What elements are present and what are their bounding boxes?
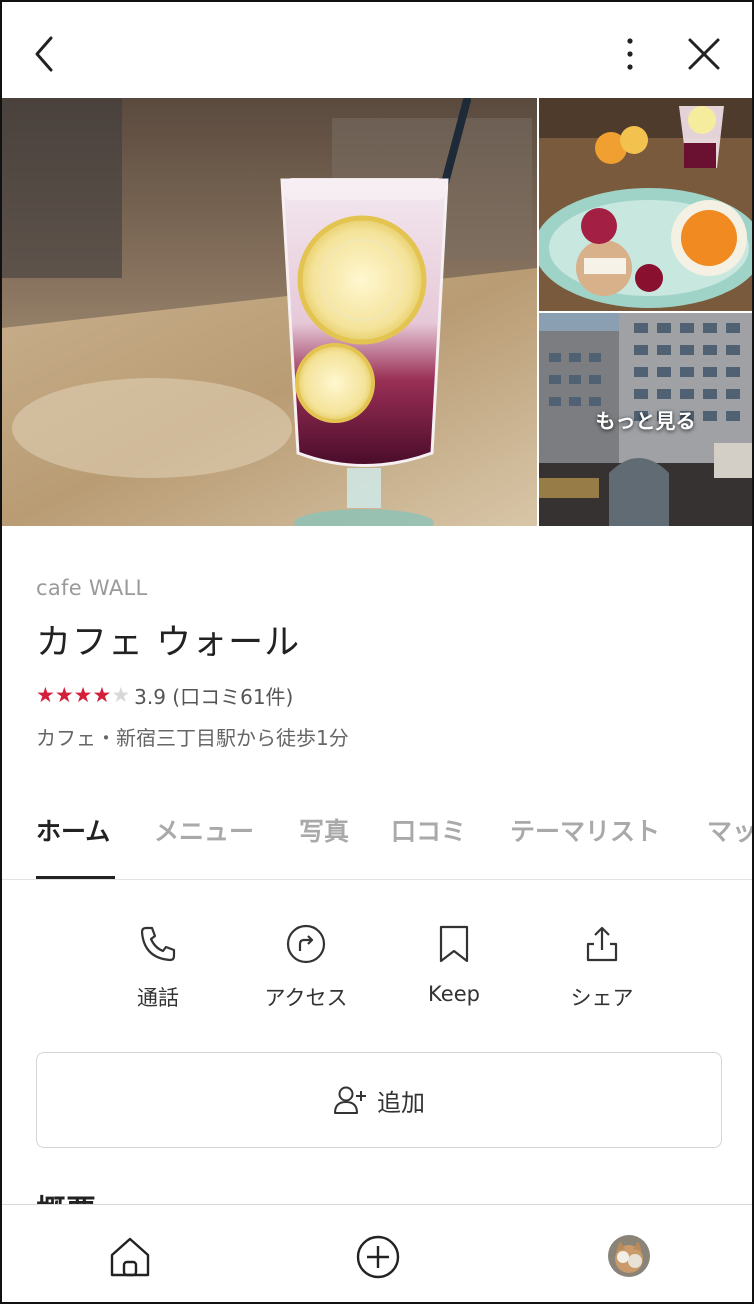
chevron-left-icon xyxy=(35,36,53,72)
keep-label: Keep xyxy=(428,982,480,1006)
bookmark-icon xyxy=(432,922,476,966)
category-text: カフェ・新宿三丁目駅から徒歩1分 xyxy=(36,726,349,750)
tab-bar: ホーム メニュー 写真 口コミ テーマリスト マッ xyxy=(2,802,752,880)
star-filled-icon: ★ xyxy=(36,683,55,707)
place-name-jp: カフェ ウォール xyxy=(36,623,301,663)
action-row: 通話 アクセス Keep シェア xyxy=(2,922,752,1022)
top-bar xyxy=(2,2,752,98)
star-empty-icon: ★ xyxy=(111,683,131,707)
rating-text: 3.9 (口コミ61件) xyxy=(134,685,294,709)
close-icon xyxy=(688,38,720,70)
back-button[interactable] xyxy=(22,32,66,76)
main-photo[interactable] xyxy=(2,98,537,526)
keep-button[interactable]: Keep xyxy=(389,922,519,1006)
call-button[interactable]: 通話 xyxy=(93,922,223,1012)
drink-photo-image xyxy=(2,98,537,526)
call-label: 通話 xyxy=(137,986,179,1010)
plus-circle-icon xyxy=(356,1235,400,1279)
phone-icon xyxy=(136,922,180,966)
place-name-en: cafe WALL xyxy=(36,576,148,600)
star-filled-icon: ★ xyxy=(92,683,112,707)
share-label: シェア xyxy=(570,986,634,1010)
rating-row: ★ ★ ★ ★ ★ 3.9 (口コミ61件) xyxy=(36,681,726,710)
tab-theme-list[interactable]: テーマリスト xyxy=(510,812,660,848)
tab-map[interactable]: マッ xyxy=(707,812,752,848)
star-filled-icon: ★ xyxy=(73,683,93,707)
add-label: 追加 xyxy=(377,1088,425,1117)
close-button[interactable] xyxy=(682,32,726,76)
bottom-navigation xyxy=(2,1204,752,1302)
directions-icon xyxy=(284,922,328,966)
tab-menu[interactable]: メニュー xyxy=(154,812,254,848)
photo-gallery: もっと見る xyxy=(2,98,752,526)
rating-stars: ★ ★ ★ ★ ★ xyxy=(36,685,130,706)
sweets-photo-image xyxy=(539,98,752,311)
access-label: アクセス xyxy=(264,986,348,1010)
building-photo[interactable]: もっと見る xyxy=(539,313,752,526)
home-icon xyxy=(110,1237,150,1277)
see-more-label[interactable]: もっと見る xyxy=(539,313,752,526)
more-options-button[interactable] xyxy=(608,32,652,76)
share-button[interactable]: シェア xyxy=(537,922,667,1012)
tab-home[interactable]: ホーム xyxy=(36,812,110,848)
star-filled-icon: ★ xyxy=(54,683,74,707)
avatar[interactable] xyxy=(608,1235,650,1277)
avatar-image xyxy=(608,1235,650,1277)
add-user-icon xyxy=(334,1086,366,1114)
tab-reviews[interactable]: 口コミ xyxy=(391,812,466,848)
active-tab-indicator xyxy=(36,876,115,879)
place-info: cafe WALL カフェ ウォール ★ ★ ★ ★ ★ 3.9 (口コミ61件) カフ… xyxy=(36,576,726,751)
more-vertical-icon xyxy=(627,38,633,70)
access-button[interactable]: アクセス xyxy=(241,922,371,1012)
add-friend-button[interactable]: 追加 xyxy=(36,1052,722,1148)
share-icon xyxy=(580,922,624,966)
place-detail-screen: もっと見る cafe WALL カフェ ウォール ★ ★ ★ ★ ★ 3.9 (口コミ6… xyxy=(0,0,754,1304)
tab-photos[interactable]: 写真 xyxy=(299,812,349,848)
sweets-photo[interactable] xyxy=(539,98,752,311)
post-button[interactable] xyxy=(354,1233,402,1281)
home-button[interactable] xyxy=(106,1233,154,1281)
